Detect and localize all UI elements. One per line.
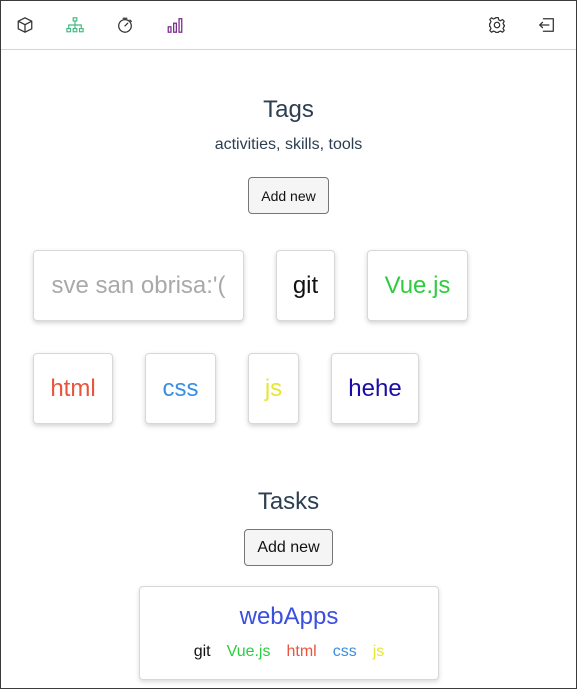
tasks-heading: Tasks	[257, 488, 320, 515]
gear-icon[interactable]	[487, 15, 507, 35]
tags-subtitle: activities, skills, tools	[214, 136, 363, 153]
tag-card[interactable]: js	[248, 353, 299, 424]
task-tag: css	[332, 643, 357, 660]
cube-icon[interactable]	[15, 15, 35, 35]
tag-card[interactable]: sve san obrisa:'(	[33, 250, 244, 321]
tag-card[interactable]: hehe	[331, 353, 419, 424]
tag-card[interactable]: html	[33, 353, 113, 424]
tag-label: Vue.js	[384, 271, 451, 299]
task-title: webApps	[239, 603, 339, 630]
tag-label: git	[292, 271, 319, 299]
task-tag: js	[372, 643, 385, 660]
tag-card[interactable]: css	[145, 353, 216, 424]
tag-label: js	[264, 374, 283, 402]
task-tag: Vue.js	[226, 643, 271, 660]
stopwatch-icon[interactable]	[115, 15, 135, 35]
task-tag: html	[286, 643, 317, 660]
bar-chart-icon[interactable]	[165, 15, 185, 35]
tags-heading: Tags	[263, 96, 314, 123]
tag-label: html	[50, 374, 96, 402]
add-tag-button[interactable]: Add new	[248, 177, 329, 214]
tag-card[interactable]: Vue.js	[367, 250, 468, 321]
tag-card[interactable]: git	[276, 250, 335, 321]
add-task-button[interactable]: Add new	[244, 529, 333, 566]
tag-label: sve san obrisa:'(	[51, 271, 226, 299]
tag-label: css	[162, 374, 199, 402]
app-window: Tags activities, skills, tools Add new s…	[0, 0, 577, 689]
sitemap-icon[interactable]	[65, 15, 85, 35]
task-tag: git	[193, 643, 211, 660]
task-card[interactable]: webApps git Vue.js html css js	[139, 586, 439, 680]
tag-label: hehe	[348, 374, 402, 402]
task-tag-list: git Vue.js html css js	[140, 643, 438, 661]
sign-out-icon[interactable]	[537, 15, 557, 35]
top-navbar	[1, 1, 576, 50]
